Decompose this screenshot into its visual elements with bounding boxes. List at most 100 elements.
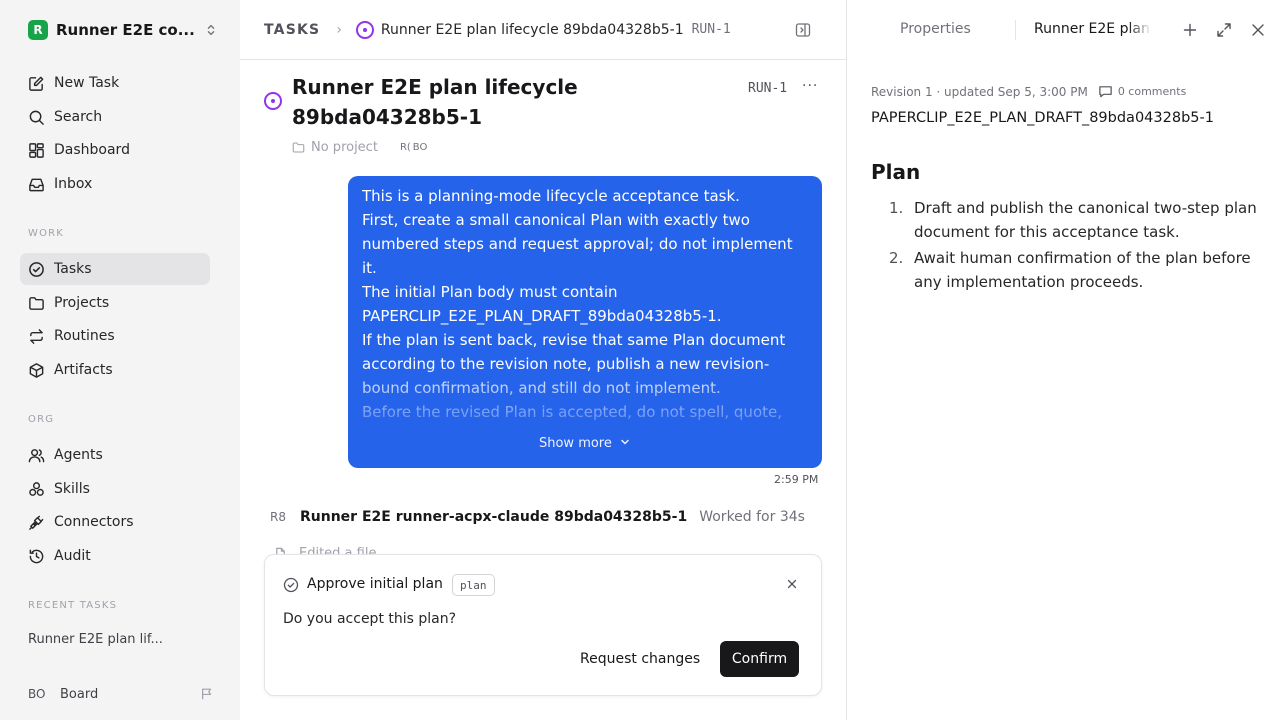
board-switcher[interactable]: BO Board	[28, 684, 214, 704]
chevron-up-down-icon	[207, 24, 215, 36]
avatar: R8	[270, 510, 286, 524]
message-line: The initial Plan body must contain PAPER…	[362, 283, 722, 325]
agent-run-row[interactable]: R8 Runner E2E runner-acpx-claude 89bda04…	[270, 509, 805, 525]
project-picker[interactable]: No project	[311, 140, 378, 155]
document-marker-text: PAPERCLIP_E2E_PLAN_DRAFT_89bda04328b5-1	[871, 110, 1214, 126]
show-more-label: Show more	[538, 436, 612, 451]
board-label: Board	[60, 686, 99, 702]
dashboard-icon	[29, 142, 44, 158]
recent-task-item[interactable]: Runner E2E plan lif...	[28, 632, 163, 647]
show-more-button[interactable]: Show more	[348, 436, 822, 451]
document-tag: plan	[452, 574, 495, 596]
nav-search[interactable]: Search	[20, 101, 210, 133]
edit-icon	[29, 76, 44, 91]
nav-projects[interactable]: Projects	[20, 287, 210, 319]
close-icon[interactable]	[785, 577, 799, 591]
nav-dashboard[interactable]: Dashboard	[20, 134, 210, 166]
nav-label: Audit	[54, 548, 91, 564]
status-in-progress-icon	[355, 20, 374, 39]
nav-connectors[interactable]: Connectors	[20, 506, 210, 538]
history-icon	[29, 549, 44, 563]
nav-label: Skills	[54, 481, 90, 497]
skills-icon	[29, 481, 44, 496]
task-detail: TASKS › Runner E2E plan lifecycle 89bda0…	[240, 0, 847, 720]
nav-routines[interactable]: Routines	[20, 320, 210, 352]
section-label-org: ORG	[28, 414, 55, 425]
nav-label: Inbox	[54, 176, 93, 192]
nav-label: Tasks	[54, 261, 92, 277]
workspace-logo: R	[28, 20, 48, 40]
breadcrumb-task-title: Runner E2E plan lifecycle 89bda04328b5-1	[380, 21, 684, 38]
step-number: 2.	[889, 249, 904, 267]
revision-label: Revision 1 · updated Sep 5, 3:00 PM	[871, 84, 1088, 99]
tab-properties[interactable]: Properties	[900, 21, 971, 37]
nav-label: Projects	[54, 295, 110, 311]
more-options-button[interactable]: ···	[802, 78, 818, 94]
breadcrumb: TASKS › Runner E2E plan lifecycle 89bda0…	[240, 0, 846, 60]
flag-icon[interactable]	[200, 687, 214, 701]
workspace-switcher[interactable]: R Runner E2E co...	[28, 20, 218, 40]
check-circle-icon	[29, 261, 44, 277]
confirm-button[interactable]: Confirm	[720, 641, 799, 677]
message-line: Before the revised Plan is accepted, do …	[362, 403, 782, 421]
request-changes-button[interactable]: Request changes	[571, 641, 709, 677]
nav-label: Agents	[54, 447, 103, 463]
avatar: R(	[399, 142, 411, 153]
expand-icon[interactable]	[1216, 22, 1232, 38]
nav-agents[interactable]: Agents	[20, 439, 210, 471]
revision-info: Revision 1 · updated Sep 5, 3:00 PM 0 co…	[871, 84, 1186, 99]
task-status-icon[interactable]	[264, 92, 282, 110]
run-duration: Worked for 34s	[699, 509, 805, 525]
nav-artifacts[interactable]: Artifacts	[20, 354, 210, 386]
folder-icon	[292, 142, 305, 153]
list-item: 1. Draft and publish the canonical two-s…	[889, 196, 1264, 244]
message-line: This is a planning-mode lifecycle accept…	[362, 187, 740, 205]
task-id: RUN-1	[748, 81, 788, 96]
message-line: If the plan is sent back, revise that sa…	[362, 331, 786, 397]
panel-toggle-icon[interactable]	[795, 22, 811, 38]
avatar: BO	[412, 142, 428, 153]
repeat-icon	[30, 328, 43, 344]
nav-label: New Task	[54, 75, 120, 91]
step-number: 1.	[889, 199, 904, 217]
message-timestamp: 2:59 PM	[774, 473, 819, 486]
step-text: Draft and publish the canonical two-step…	[914, 199, 1257, 241]
users-icon	[28, 448, 45, 462]
close-icon[interactable]	[1250, 22, 1266, 38]
confirmation-title: Approve initial plan	[307, 576, 443, 592]
nav-tasks[interactable]: Tasks	[20, 253, 210, 285]
search-icon	[29, 110, 44, 125]
page-title[interactable]: Runner E2E plan lifecycle 89bda04328b5-1	[292, 72, 712, 132]
sidebar: R Runner E2E co... New Task Search Dashb…	[0, 0, 240, 720]
breadcrumb-tasks-link[interactable]: TASKS	[264, 22, 320, 38]
plug-icon	[29, 515, 44, 530]
nav-label: Routines	[54, 328, 115, 344]
comments-count[interactable]: 0 comments	[1118, 85, 1187, 98]
avatar: BO	[28, 687, 46, 701]
nav-inbox[interactable]: Inbox	[20, 168, 210, 200]
message-line: First, create a small canonical Plan wit…	[362, 211, 793, 277]
chevron-right-icon: ›	[336, 21, 342, 38]
assignee-avatars[interactable]: R( BO	[400, 142, 429, 153]
user-message-bubble: This is a planning-mode lifecycle accept…	[348, 176, 822, 468]
check-circle-icon	[283, 577, 299, 593]
nav-skills[interactable]: Skills	[20, 473, 210, 505]
step-text: Await human confirmation of the plan bef…	[914, 249, 1251, 291]
nav-audit[interactable]: Audit	[20, 540, 210, 572]
inbox-icon	[29, 178, 44, 191]
tab-divider	[1015, 20, 1016, 40]
plus-icon[interactable]	[1182, 22, 1198, 38]
confirmation-card: Approve initial plan plan Do you accept …	[264, 554, 822, 696]
folder-icon	[29, 296, 44, 310]
plan-steps-list: 1. Draft and publish the canonical two-s…	[889, 196, 1264, 296]
section-label-work: WORK	[28, 228, 65, 239]
nav-new-task[interactable]: New Task	[20, 67, 210, 99]
list-item: 2. Await human confirmation of the plan …	[889, 246, 1264, 294]
workspace-name: Runner E2E co...	[56, 21, 195, 39]
box-icon	[29, 362, 44, 378]
document-panel: Properties Runner E2E plan lifecycle 89b…	[847, 0, 1280, 720]
tab-plan-document[interactable]: Runner E2E plan lifecycle 89bda04328b5-1	[1034, 21, 1152, 37]
nav-label: Dashboard	[54, 142, 130, 158]
panel-tabs: Properties Runner E2E plan lifecycle 89b…	[847, 0, 1280, 60]
nav-label: Connectors	[54, 514, 134, 530]
